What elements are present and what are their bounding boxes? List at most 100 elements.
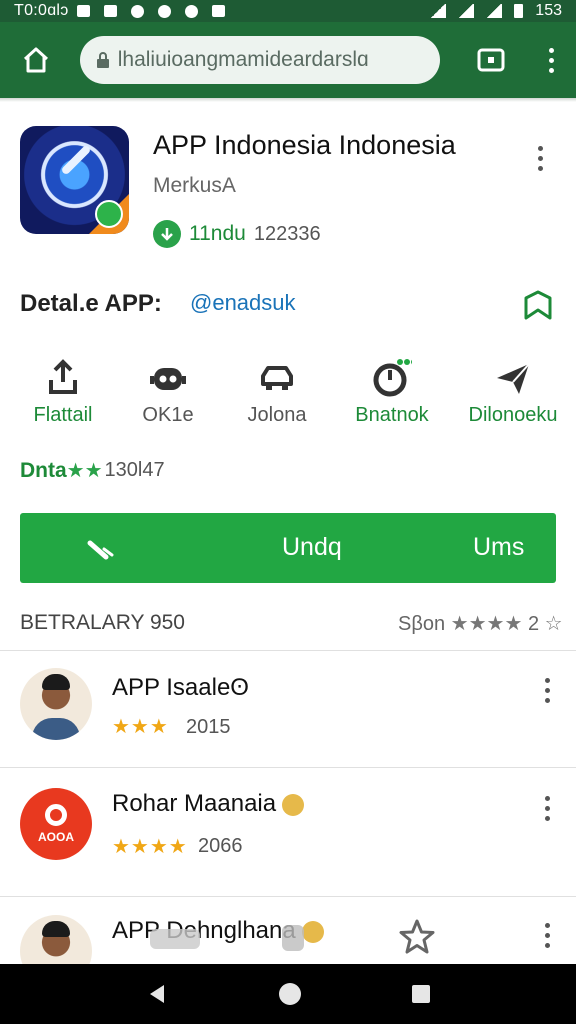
action-label: Bnatnok — [355, 404, 429, 426]
download-stats: 11ndu 122336 — [153, 220, 321, 248]
emoji-icon — [301, 920, 324, 943]
reviews-summary-text: Sβon — [398, 613, 446, 635]
rating-stars: ★★ — [66, 460, 103, 482]
review-more-button[interactable] — [540, 678, 554, 708]
screen: T0:0ɑlɔ 153 lhaliuioangmamideardarslɑ AP… — [0, 0, 576, 1024]
send-star-icon — [497, 363, 530, 394]
back-icon[interactable] — [146, 983, 168, 1005]
reviews-summary-stars: ★★★★ — [450, 613, 523, 635]
quick-actions: Flattail OK1e Jolona Bnatnok Dilonoeku — [0, 350, 576, 440]
review-more-button[interactable] — [540, 796, 554, 826]
action-label: Jolona — [247, 404, 307, 426]
home-nav-icon[interactable] — [278, 983, 301, 1005]
more-vert-icon — [540, 923, 554, 948]
review-row[interactable]: AOOA Rohar Maanaia ★★★★ 2066 — [0, 768, 576, 886]
rating-word: Dnta — [20, 458, 67, 482]
brand-ring — [45, 804, 67, 826]
bookmark-icon — [524, 290, 552, 320]
reviews-header: BETRALARY 950 — [20, 611, 185, 634]
overflow-menu-button[interactable] — [526, 22, 576, 98]
emoji-icon — [282, 793, 305, 816]
action-label: Flattail — [33, 404, 93, 426]
rating-line: Dnta ★★ 130l47 — [20, 458, 165, 483]
app-more-button[interactable] — [530, 146, 550, 176]
check-badge-icon — [95, 200, 123, 228]
home-icon — [23, 47, 48, 73]
toolbar-shadow — [0, 98, 576, 102]
url-text: lhaliuioangmamideardarslɑ — [117, 48, 369, 71]
notification-icon — [211, 5, 225, 17]
signal-icon — [486, 4, 503, 18]
battery-icon — [514, 4, 524, 18]
bookmark-button[interactable] — [522, 290, 554, 320]
timer-icon — [373, 359, 412, 397]
notification-icon — [130, 4, 144, 18]
home-button[interactable] — [0, 22, 72, 98]
system-nav-bar — [0, 964, 576, 1024]
review-number: 2066 — [198, 835, 243, 857]
rating-count: 130l47 — [104, 459, 165, 481]
brand-text: AOOA — [38, 830, 74, 844]
reviews-summary-empty-star: ☆ — [544, 613, 563, 635]
more-vert-icon — [540, 796, 554, 821]
tabs-icon — [477, 48, 505, 72]
install-label: Undq — [282, 533, 342, 561]
more-vert-icon — [530, 146, 550, 171]
lock-icon — [96, 52, 110, 68]
review-name: Rohar Maanaia — [112, 790, 305, 818]
details-link[interactable]: @enadsuk — [190, 290, 296, 316]
status-time: T0:0ɑlɔ — [14, 2, 69, 19]
favorite-star-icon[interactable] — [398, 918, 436, 956]
download-icon — [153, 220, 181, 248]
signal-icon — [458, 4, 475, 18]
pen-icon — [87, 540, 114, 560]
car-icon — [261, 366, 293, 390]
reviews-summary-number: 2 — [527, 613, 540, 635]
notification-icon — [103, 5, 117, 17]
recents-icon[interactable] — [412, 985, 431, 1003]
app-title: APP Indonesia Indonesia — [153, 130, 456, 160]
action-item[interactable]: Jolona — [222, 350, 332, 440]
action-label: OK1e — [142, 404, 194, 426]
app-icon — [20, 126, 129, 234]
app-developer[interactable]: MerkusA — [153, 174, 236, 198]
bluetooth-icon — [430, 4, 447, 18]
notification-icons — [76, 4, 225, 18]
download-count: 122336 — [253, 222, 321, 245]
install-button[interactable]: Undq Ums — [20, 513, 556, 583]
action-item[interactable]: Flattail — [8, 350, 118, 440]
robot-face-icon — [150, 368, 186, 390]
reviews-summary: Sβon ★★★★ 2 ☆ — [398, 611, 563, 636]
install-secondary-label: Ums — [473, 533, 525, 561]
brand-logo-avatar: AOOA — [20, 788, 92, 860]
review-name-text: Rohar Maanaia — [112, 790, 277, 817]
overlay-lock-icon — [282, 925, 304, 951]
more-vert-icon — [548, 47, 554, 73]
tabs-button[interactable] — [456, 22, 526, 98]
review-more-button[interactable] — [540, 923, 554, 953]
man-photo-avatar — [20, 668, 92, 740]
review-name: APP Isaaleʘ — [112, 674, 249, 701]
review-stars: ★★★ — [112, 716, 169, 738]
action-item[interactable]: Dilonoeku — [458, 350, 568, 440]
compass-needle — [60, 144, 92, 176]
action-item[interactable]: Bnatnok — [337, 350, 447, 440]
more-vert-icon — [540, 678, 554, 703]
action-item[interactable]: OK1e — [113, 350, 223, 440]
review-name-text: APP Dehnglhana — [112, 917, 296, 944]
status-right: 153 — [430, 2, 562, 20]
review-row[interactable]: APP Isaaleʘ ★★★ 2015 — [0, 650, 576, 768]
url-bar[interactable]: lhaliuioangmamideardarslɑ — [79, 36, 441, 84]
action-label: Dilonoeku — [468, 404, 558, 426]
download-label: 11ndu — [189, 222, 246, 245]
review-number: 2015 — [186, 716, 231, 738]
overlay-pill — [150, 929, 200, 949]
notification-icon — [157, 4, 171, 18]
upload-arrow-icon — [49, 359, 77, 394]
notification-icon — [184, 4, 198, 18]
battery-text: 153 — [535, 2, 562, 19]
browser-toolbar: lhaliuioangmamideardarslɑ — [0, 22, 576, 98]
review-stars: ★★★★ — [112, 836, 188, 858]
details-label: Detal.e APP: — [20, 290, 162, 317]
notification-icon — [76, 5, 90, 17]
